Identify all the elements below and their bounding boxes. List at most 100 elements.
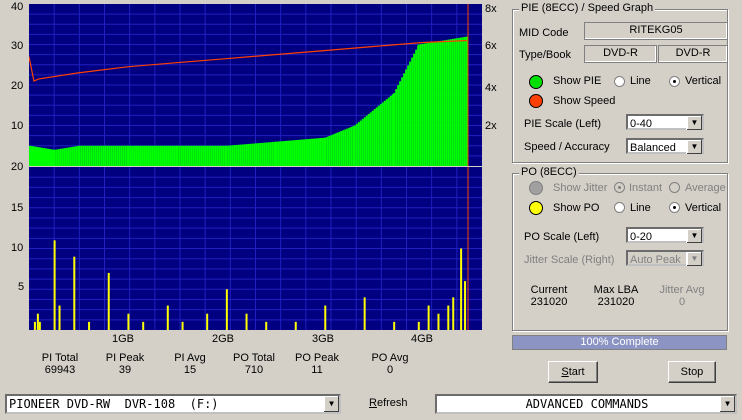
pie-bar: [271, 141, 274, 166]
pie-bar: [393, 93, 396, 166]
pie-bar: [65, 147, 68, 166]
progress-text: 100% Complete: [580, 336, 659, 348]
pie-bar: [415, 49, 418, 166]
stop-button[interactable]: Stop: [668, 361, 716, 383]
drive-select[interactable]: PIONEER DVD-RW DVR-108 (F:) ▼: [5, 394, 341, 414]
pie-bar: [57, 149, 60, 166]
pie-line-radio[interactable]: [614, 76, 625, 87]
pie-line-label[interactable]: Line: [630, 75, 651, 87]
pie-vertical-radio[interactable]: [669, 76, 680, 87]
po-vertical-label[interactable]: Vertical: [685, 202, 721, 214]
advanced-commands-select[interactable]: ADVANCED COMMANDS ▼: [435, 394, 737, 414]
pie-bar: [377, 105, 380, 166]
pie-bar: [165, 145, 168, 166]
chevron-down-icon[interactable]: ▼: [686, 229, 702, 243]
po-line-label[interactable]: Line: [630, 202, 651, 214]
pie-bar: [71, 146, 74, 166]
pie-bar: [141, 145, 144, 166]
pie-bar: [399, 81, 402, 166]
start-rest: tart: [568, 366, 585, 378]
pie-bar: [222, 145, 225, 166]
pie-bar: [202, 145, 205, 166]
pie-bar: [214, 145, 217, 166]
po-bar: [437, 313, 440, 330]
pie-bar: [269, 142, 272, 166]
chevron-down-icon[interactable]: ▼: [686, 116, 702, 130]
po-vertical-radio[interactable]: [669, 202, 680, 213]
advanced-commands-value: ADVANCED COMMANDS: [525, 397, 649, 411]
po-bar: [294, 321, 297, 330]
po-group: PO (8ECC) Show Jitter Instant Average Sh…: [512, 166, 728, 331]
refresh-rest: efresh: [376, 397, 408, 409]
po-bar: [88, 321, 91, 330]
pie-bar: [112, 145, 115, 166]
pie-bar: [261, 142, 264, 166]
jitter-avg-label: Jitter Avg: [659, 284, 705, 296]
speed-color-swatch[interactable]: [529, 94, 543, 108]
pie-bar: [237, 144, 240, 166]
show-pie-label[interactable]: Show PIE: [553, 75, 601, 87]
po-bar: [181, 321, 184, 330]
pie-bar: [459, 37, 462, 166]
po-color-swatch[interactable]: [529, 201, 543, 215]
stat-pi-peak: PI Peak 39: [105, 352, 145, 376]
po-bar: [38, 321, 41, 330]
po-scale-value: 0-20: [630, 231, 653, 243]
pie-bar: [35, 146, 37, 166]
pie-bar: [361, 118, 364, 166]
po-scale-select[interactable]: 0-20 ▼: [626, 227, 704, 243]
stat-label: PI Peak: [105, 352, 145, 364]
pie-bar: [365, 115, 368, 166]
pie-bar: [309, 138, 312, 166]
pie-bar: [255, 143, 258, 166]
pie-bar: [281, 141, 284, 166]
pie-bar: [67, 147, 70, 166]
pie-bar: [275, 141, 278, 166]
po-bar: [460, 248, 463, 330]
chevron-down-icon: ▼: [686, 252, 702, 266]
pie-bar: [373, 109, 376, 166]
pie-bar: [375, 107, 378, 166]
pie-bar: [429, 42, 432, 166]
show-speed-label[interactable]: Show Speed: [553, 95, 615, 107]
pie-bar: [451, 38, 454, 166]
show-po-label[interactable]: Show PO: [553, 202, 599, 214]
pie-vertical-label[interactable]: Vertical: [685, 75, 721, 87]
pie-bar: [247, 143, 250, 166]
pie-bar: [403, 73, 406, 166]
pie-axis-tick-10: 10: [11, 120, 24, 132]
pie-bar: [431, 42, 434, 166]
pie-bar: [86, 145, 89, 166]
progress-bar: 100% Complete: [512, 335, 727, 350]
refresh-link[interactable]: Refresh: [369, 397, 408, 409]
pie-bar: [447, 39, 450, 166]
pie-axis-tick-40: 40: [11, 1, 24, 13]
pie-bar: [371, 110, 374, 166]
pie-bar: [283, 141, 286, 166]
chevron-down-icon[interactable]: ▼: [719, 396, 735, 412]
pie-bar: [241, 144, 244, 166]
pie-bar: [49, 149, 51, 166]
pie-bar: [299, 139, 302, 166]
pie-bar: [196, 145, 199, 166]
x-axis-tick-3gb: 3GB: [312, 333, 335, 345]
pie-bar: [206, 145, 209, 166]
pie-bar: [29, 145, 31, 166]
start-button[interactable]: Start: [548, 361, 598, 383]
speed-axis-tick-8x: 8x: [485, 3, 497, 15]
pie-bar: [149, 145, 152, 166]
speed-accuracy-select[interactable]: Balanced ▼: [626, 138, 704, 154]
po-axis-tick-15: 15: [11, 202, 24, 214]
po-scale-label: PO Scale (Left): [524, 231, 600, 243]
x-axis-tick-2gb: 2GB: [212, 333, 235, 345]
stats-panel: PI Total 69943 PI Peak 39 PI Avg 15 PO T…: [0, 352, 500, 382]
po-bar: [225, 289, 228, 330]
pie-bar: [63, 148, 66, 166]
po-line-radio[interactable]: [614, 202, 625, 213]
pie-bar: [253, 143, 256, 166]
chevron-down-icon[interactable]: ▼: [323, 396, 339, 412]
chevron-down-icon[interactable]: ▼: [686, 140, 702, 154]
pie-scale-select[interactable]: 0-40 ▼: [626, 114, 704, 130]
mid-code-label: MID Code: [519, 27, 569, 39]
pie-color-swatch[interactable]: [529, 75, 543, 89]
